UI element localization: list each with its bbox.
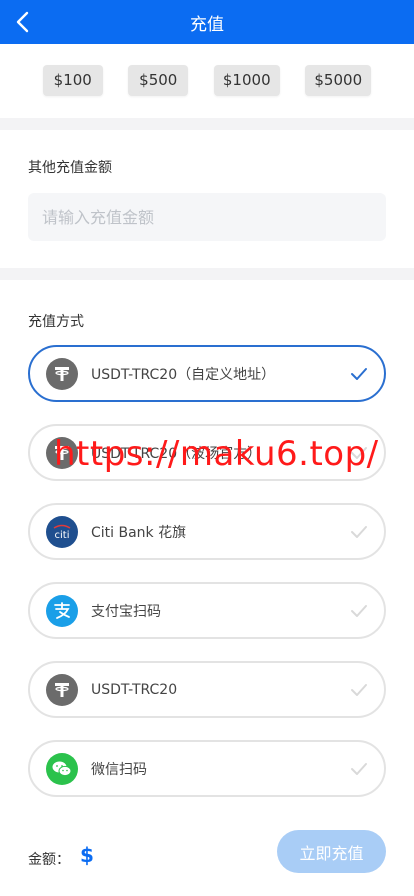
check-icon [351,526,367,538]
payment-method-label: 充值方式 [28,314,84,330]
watermark-text: https://maku6.top/ [54,434,379,474]
payment-method-label: USDT-TRC20（自定义地址） [91,366,276,383]
submit-recharge-button[interactable]: 立即充值 [277,830,386,873]
citi-icon: citi [46,515,78,548]
back-arrow-icon[interactable] [12,10,36,34]
check-icon [351,763,367,775]
check-icon [351,684,367,696]
other-amount-label: 其他充值金额 [28,160,112,176]
svg-text:citi: citi [55,530,70,540]
quick-amount-5000[interactable]: $5000 [305,64,372,96]
section-divider [0,268,414,280]
tether-icon [46,673,78,706]
payment-method-alipay[interactable]: 支付宝扫码 [28,582,386,639]
page-title: 充值 [190,14,224,35]
header: 充值 [0,0,414,44]
alipay-icon [46,594,78,627]
payment-method-label: Citi Bank 花旗 [91,524,187,541]
amount-input-container [28,193,386,241]
check-icon [351,368,367,380]
tether-icon [46,357,78,390]
quick-amount-500[interactable]: $500 [128,64,189,96]
amount-input[interactable] [40,206,386,228]
amount-label: 金额： [28,852,70,868]
payment-method-label: USDT-TRC20 [91,681,178,698]
quick-amount-100[interactable]: $100 [42,64,103,96]
payment-method-label: 支付宝扫码 [91,603,161,620]
section-divider [0,118,414,130]
quick-amounts: $100 $500 $1000 $5000 [0,44,414,116]
payment-method-usdt[interactable]: USDT-TRC20 [28,661,386,718]
payment-method-label: 微信扫码 [91,761,147,778]
quick-amount-1000[interactable]: $1000 [213,64,280,96]
currency-symbol: $ [80,843,94,867]
wechat-icon [46,752,78,785]
check-icon [351,605,367,617]
payment-method-wechat[interactable]: 微信扫码 [28,740,386,797]
payment-method-usdt-custom[interactable]: USDT-TRC20（自定义地址） [28,345,386,402]
payment-method-citi[interactable]: citi Citi Bank 花旗 [28,503,386,560]
